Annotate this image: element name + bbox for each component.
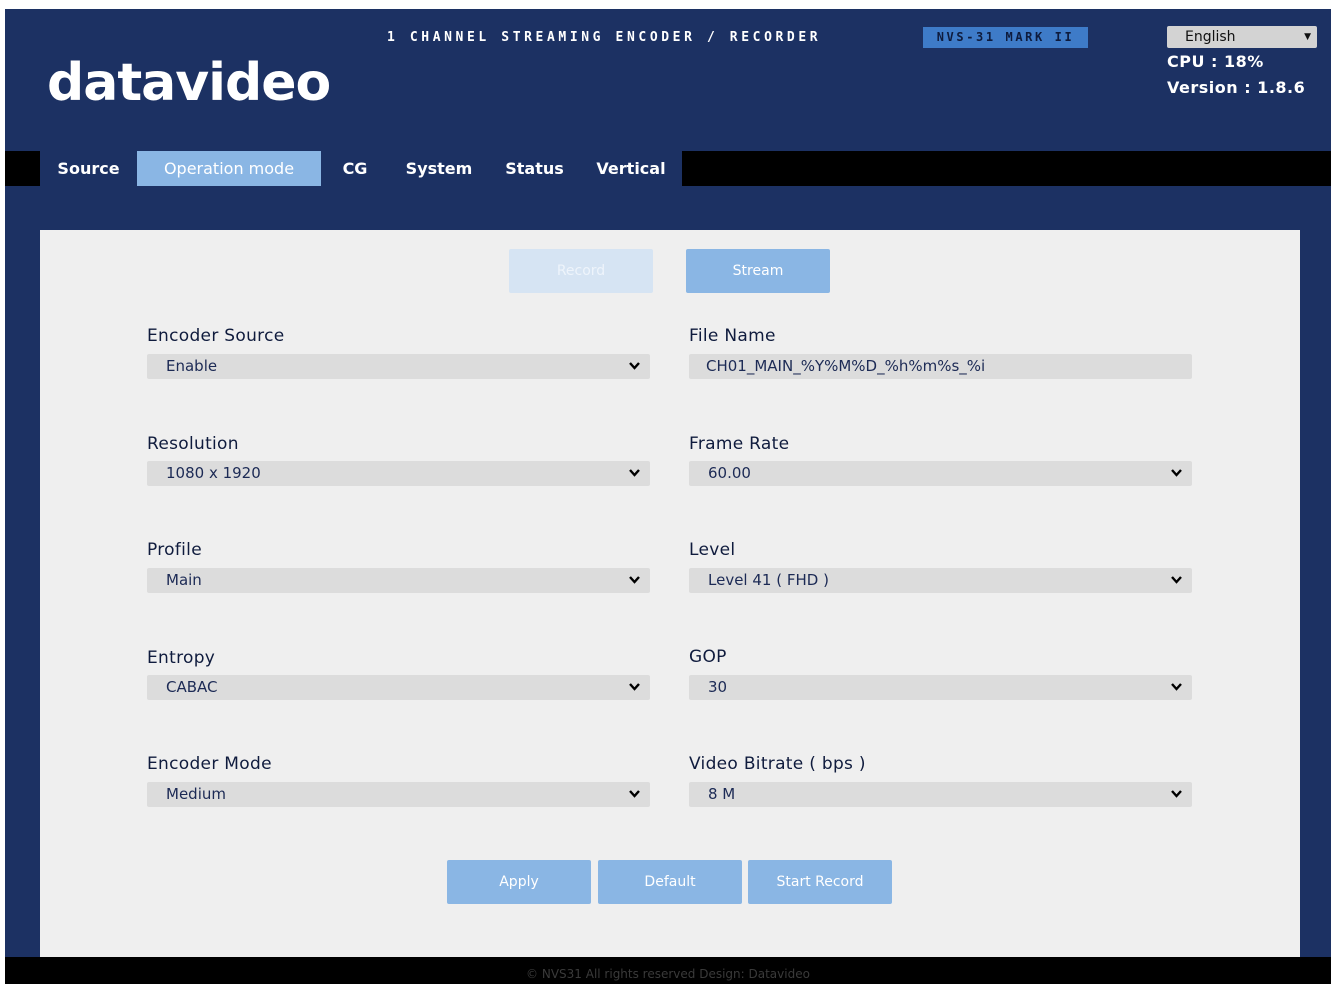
apply-button[interactable]: Apply (447, 860, 591, 904)
chevron-down-icon: ▼ (1304, 32, 1311, 42)
file-name-label: File Name (689, 326, 776, 346)
model-badge: NVS-31 MARK II (923, 27, 1088, 48)
resolution-value: 1080 x 1920 (166, 464, 261, 482)
encoder-mode-label: Encoder Mode (147, 754, 272, 774)
entropy-value: CABAC (166, 678, 218, 696)
tab-source[interactable]: Source (40, 151, 137, 186)
product-title: 1 CHANNEL STREAMING ENCODER / RECORDER (387, 30, 822, 45)
chevron-down-icon (1171, 683, 1182, 691)
profile-value: Main (166, 571, 202, 589)
entropy-label: Entropy (147, 648, 216, 668)
encoder-source-label: Encoder Source (147, 326, 285, 346)
operation-mode-panel: Record Stream Encoder Source Enable File… (40, 230, 1300, 960)
level-label: Level (689, 540, 736, 560)
video-bitrate-value: 8 M (708, 785, 736, 803)
firmware-version: Version : 1.8.6 (1167, 78, 1306, 97)
chevron-down-icon (629, 790, 640, 798)
frame-rate-value: 60.00 (708, 464, 751, 482)
language-select[interactable]: English ▼ (1167, 26, 1317, 48)
cpu-usage: CPU : 18% (1167, 52, 1264, 71)
stream-mode-button[interactable]: Stream (686, 249, 830, 293)
video-bitrate-select[interactable]: 8 M (689, 782, 1192, 807)
chevron-down-icon (629, 683, 640, 691)
resolution-select[interactable]: 1080 x 1920 (147, 461, 650, 486)
datavideo-logo: datavideo (47, 45, 337, 115)
footer-copyright: © NVS31 All rights reserved Design: Data… (5, 957, 1331, 984)
gop-label: GOP (689, 647, 727, 667)
record-mode-button[interactable]: Record (509, 249, 653, 293)
profile-label: Profile (147, 540, 202, 560)
encoder-source-value: Enable (166, 357, 218, 375)
tab-operation-mode[interactable]: Operation mode (137, 151, 321, 186)
start-record-button[interactable]: Start Record (748, 860, 892, 904)
tab-system[interactable]: System (389, 151, 489, 186)
file-name-input[interactable]: CH01_MAIN_%Y%M%D_%h%m%s_%i (689, 354, 1192, 379)
level-value: Level 41 ( FHD ) (708, 571, 829, 589)
profile-select[interactable]: Main (147, 568, 650, 593)
encoder-mode-value: Medium (166, 785, 226, 803)
chevron-down-icon (629, 362, 640, 370)
encoder-mode-select[interactable]: Medium (147, 782, 650, 807)
video-bitrate-label: Video Bitrate ( bps ) (689, 754, 866, 774)
svg-text:datavideo: datavideo (47, 53, 330, 113)
frame-rate-label: Frame Rate (689, 434, 790, 454)
default-button[interactable]: Default (598, 860, 742, 904)
gop-value: 30 (708, 678, 728, 696)
chevron-down-icon (629, 469, 640, 477)
chevron-down-icon (1171, 576, 1182, 584)
frame-rate-select[interactable]: 60.00 (689, 461, 1192, 486)
entropy-select[interactable]: CABAC (147, 675, 650, 700)
chevron-down-icon (629, 576, 640, 584)
chevron-down-icon (1171, 790, 1182, 798)
tab-vertical[interactable]: Vertical (580, 151, 682, 186)
encoder-source-select[interactable]: Enable (147, 354, 650, 379)
resolution-label: Resolution (147, 434, 239, 454)
chevron-down-icon (1171, 469, 1182, 477)
level-select[interactable]: Level 41 ( FHD ) (689, 568, 1192, 593)
language-select-value: English (1185, 29, 1236, 45)
gop-select[interactable]: 30 (689, 675, 1192, 700)
main-nav: Source Operation mode CG System Status V… (5, 151, 1331, 186)
app-frame: datavideo 1 CHANNEL STREAMING ENCODER / … (5, 9, 1331, 984)
tab-status[interactable]: Status (489, 151, 580, 186)
tab-cg[interactable]: CG (321, 151, 389, 186)
